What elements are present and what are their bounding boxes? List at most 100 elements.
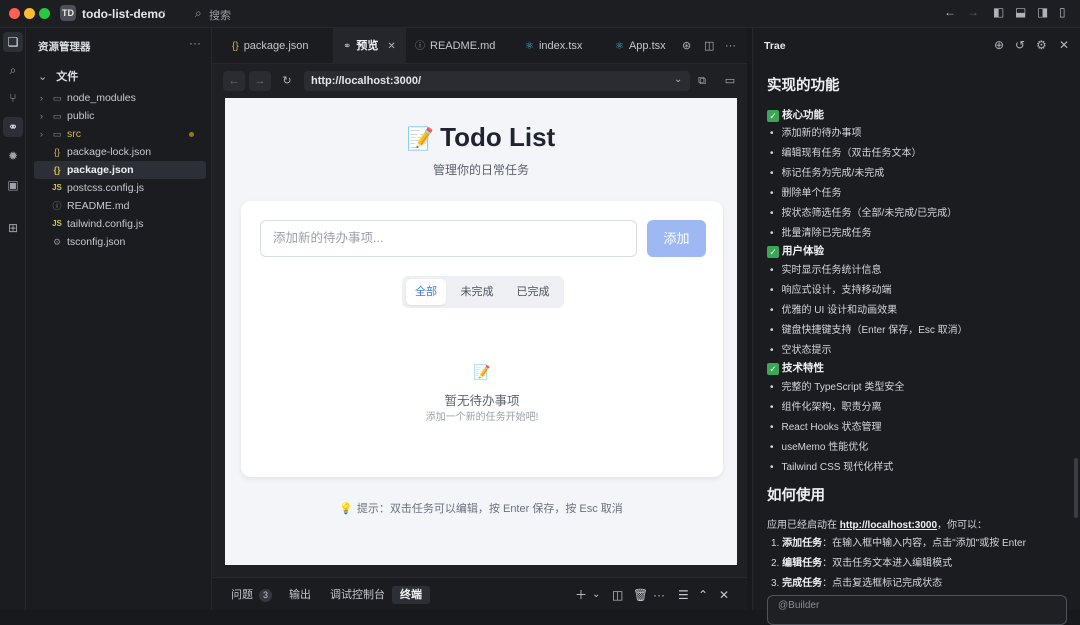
list-icon[interactable]: ☰ bbox=[678, 586, 689, 604]
add-button[interactable]: 添加 bbox=[647, 220, 706, 257]
global-search[interactable]: 搜索 bbox=[209, 7, 231, 23]
minimize-window-button[interactable] bbox=[24, 8, 35, 19]
chevron-down-icon[interactable]: ⌄ bbox=[159, 5, 167, 16]
tab-readme[interactable]: ⓘ README.md bbox=[415, 28, 495, 64]
step-text: ：双击任务文本进入编辑模式 bbox=[822, 558, 953, 569]
problems-count-badge: 3 bbox=[259, 589, 273, 602]
page-subtitle: 管理你的日常任务 bbox=[432, 163, 529, 177]
project-badge[interactable]: TD bbox=[60, 5, 76, 21]
more-icon[interactable]: ··· bbox=[653, 586, 665, 604]
filter-group: 全部 未完成 已完成 bbox=[402, 276, 564, 308]
layout-icon[interactable]: ▯ bbox=[1059, 5, 1066, 19]
chat-input[interactable]: @Builder bbox=[767, 595, 1067, 625]
back-arrow-icon[interactable]: ← bbox=[944, 5, 956, 19]
list-item: 优雅的 UI 设计和动画效果 bbox=[770, 301, 898, 316]
preview-panel-icon[interactable]: ▣ bbox=[3, 175, 23, 195]
forward-arrow-icon[interactable]: → bbox=[967, 5, 979, 19]
reload-icon[interactable]: ↻ bbox=[276, 71, 298, 91]
open-external-icon[interactable]: ⧉ bbox=[691, 71, 713, 91]
tree-item-tailwind-config[interactable]: JS tailwind.config.js bbox=[34, 215, 206, 233]
maximize-window-button[interactable] bbox=[39, 8, 50, 19]
list-item: 3. 完成任务：点击复选框标记完成状态 bbox=[771, 574, 942, 589]
search-icon[interactable]: ⌕ bbox=[3, 60, 23, 80]
chevron-down-icon[interactable]: ⌄ bbox=[592, 586, 600, 604]
more-icon[interactable]: ··· bbox=[725, 28, 736, 64]
add-terminal-icon[interactable]: ＋ bbox=[575, 586, 587, 604]
react-icon: ⚛ bbox=[525, 41, 534, 52]
workspace-root-label: 文件 bbox=[56, 71, 79, 83]
close-window-button[interactable] bbox=[9, 8, 20, 19]
history-icon[interactable]: ↺ bbox=[1015, 38, 1025, 52]
more-icon[interactable]: ··· bbox=[189, 36, 201, 50]
tree-item-node-modules[interactable]: › ▭ node_modules bbox=[34, 89, 206, 107]
forward-button[interactable]: → bbox=[249, 71, 271, 91]
tab-label: 预览 bbox=[356, 40, 379, 52]
step-title: 添加任务 bbox=[782, 538, 823, 549]
close-icon[interactable]: ✕ bbox=[1059, 38, 1069, 52]
hint-text: 💡 提示：双击任务可以编辑，按 Enter 保存，按 Esc 取消 bbox=[225, 500, 737, 516]
tab-index-tsx[interactable]: ⚛ index.tsx bbox=[525, 28, 582, 64]
compass-icon[interactable]: ⊛ bbox=[682, 28, 691, 64]
tree-item-label: tailwind.config.js bbox=[67, 218, 144, 230]
tree-item-label: package-lock.json bbox=[67, 146, 152, 158]
tree-item-tsconfig[interactable]: ⚙ tsconfig.json bbox=[34, 233, 206, 251]
source-control-icon[interactable]: ⑂ bbox=[3, 88, 23, 108]
debug-icon[interactable]: ✹ bbox=[3, 146, 23, 166]
tree-item-label: node_modules bbox=[67, 92, 136, 104]
step-number: 1. bbox=[771, 538, 780, 549]
list-item: React Hooks 状态管理 bbox=[770, 418, 882, 433]
tree-item-postcss-config[interactable]: JS postcss.config.js bbox=[34, 179, 206, 197]
search-icon[interactable]: ⌕ bbox=[195, 6, 202, 21]
extensions-icon[interactable]: ⊞ bbox=[3, 218, 23, 238]
chevron-up-icon[interactable]: ⌃ bbox=[698, 586, 708, 604]
workspace-root[interactable]: ⌄ 文件 bbox=[38, 68, 78, 84]
filter-all[interactable]: 全部 bbox=[406, 279, 446, 305]
new-chat-icon[interactable]: ⊕ bbox=[994, 38, 1004, 52]
gear-icon: ⚙ bbox=[52, 237, 62, 247]
filter-completed[interactable]: 已完成 bbox=[508, 279, 558, 305]
back-button[interactable]: ← bbox=[223, 71, 245, 91]
close-icon[interactable]: ✕ bbox=[719, 586, 729, 604]
explorer-title: 资源管理器 bbox=[38, 41, 91, 53]
gear-icon[interactable]: ⚙ bbox=[1036, 38, 1047, 52]
tab-package-json[interactable]: {} package.json bbox=[232, 28, 309, 64]
toggle-panel-icon[interactable]: ⬓ bbox=[1015, 5, 1026, 19]
toggle-left-sidebar-icon[interactable]: ◧ bbox=[993, 5, 1004, 19]
empty-state-subtitle: 添加一个新的任务开始吧! bbox=[425, 412, 539, 423]
url-input[interactable]: http://localhost:3000/ bbox=[304, 71, 690, 91]
list-item: 实时显示任务统计信息 bbox=[770, 261, 882, 276]
close-icon[interactable]: ✕ bbox=[387, 41, 395, 52]
tab-terminal[interactable]: 终端 bbox=[392, 586, 430, 604]
tree-item-package-lock[interactable]: {} package-lock.json bbox=[34, 143, 206, 161]
check-icon: ✓ bbox=[767, 110, 779, 122]
tab-output[interactable]: 输出 bbox=[289, 586, 311, 604]
tab-label: index.tsx bbox=[538, 40, 583, 52]
memo-icon: 📝 bbox=[406, 126, 435, 151]
split-terminal-icon[interactable]: ◫ bbox=[612, 586, 623, 604]
tree-item-readme[interactable]: ⓘ README.md bbox=[34, 197, 206, 215]
scrollbar-thumb[interactable] bbox=[1074, 458, 1078, 518]
tree-item-src[interactable]: › ▭ src bbox=[34, 125, 206, 143]
todo-input[interactable]: 添加新的待办事项... bbox=[260, 220, 637, 257]
tree-item-public[interactable]: › ▭ public bbox=[34, 107, 206, 125]
trash-icon[interactable]: 🗑 bbox=[633, 586, 648, 604]
step-text: ：点击复选框标记完成状态 bbox=[822, 578, 943, 589]
project-name[interactable]: todo-list-demo bbox=[82, 7, 165, 21]
tab-problems[interactable]: 问题 3 bbox=[231, 586, 273, 604]
localhost-link[interactable]: http://localhost:3000 bbox=[840, 520, 937, 531]
filter-active[interactable]: 未完成 bbox=[452, 279, 502, 305]
list-item: 批量清除已完成任务 bbox=[770, 224, 872, 239]
tab-preview[interactable]: ⚭ 预览 ✕ bbox=[333, 28, 406, 64]
toggle-right-sidebar-icon[interactable]: ◨ bbox=[1037, 5, 1048, 19]
ai-chat-panel: Trae ⊕ ↺ ⚙ ✕ 实现的功能 ✓核心功能 添加新的待办事项 编辑现有任务… bbox=[752, 28, 1080, 625]
chevron-down-icon[interactable]: ⌄ bbox=[674, 74, 682, 85]
tree-item-package-json[interactable]: {} package.json bbox=[34, 161, 206, 179]
tab-app-tsx[interactable]: ⚛ App.tsx bbox=[615, 28, 666, 64]
section-title-text: 核心功能 bbox=[782, 109, 824, 121]
tab-label: 问题 bbox=[231, 589, 253, 601]
tab-debug-console[interactable]: 调试控制台 bbox=[330, 586, 385, 604]
explorer-icon[interactable]: ❏ bbox=[3, 32, 23, 52]
remote-link-icon[interactable]: ⚭ bbox=[3, 117, 23, 137]
split-editor-icon[interactable]: ◫ bbox=[704, 28, 714, 64]
device-icon[interactable]: ▭ bbox=[719, 71, 741, 91]
